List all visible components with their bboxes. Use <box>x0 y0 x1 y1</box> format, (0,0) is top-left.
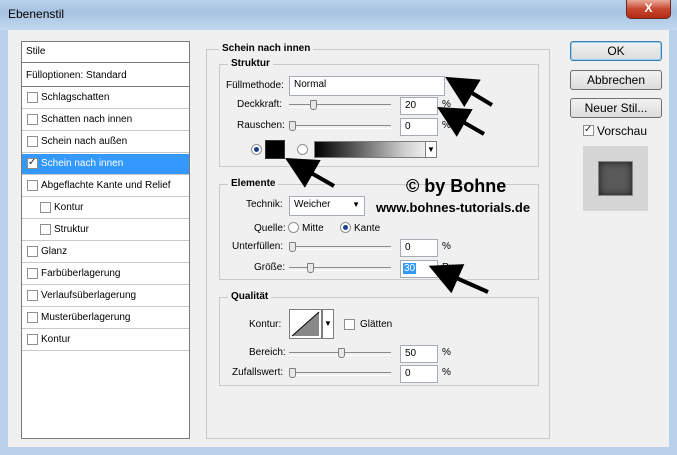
annotation-arrows <box>285 76 494 294</box>
arrow-to-deckkraft <box>437 107 485 137</box>
arrow-to-color-swatch <box>285 158 335 188</box>
arrow-to-groesse <box>428 264 489 294</box>
arrow-to-fuellmethode <box>445 76 494 108</box>
